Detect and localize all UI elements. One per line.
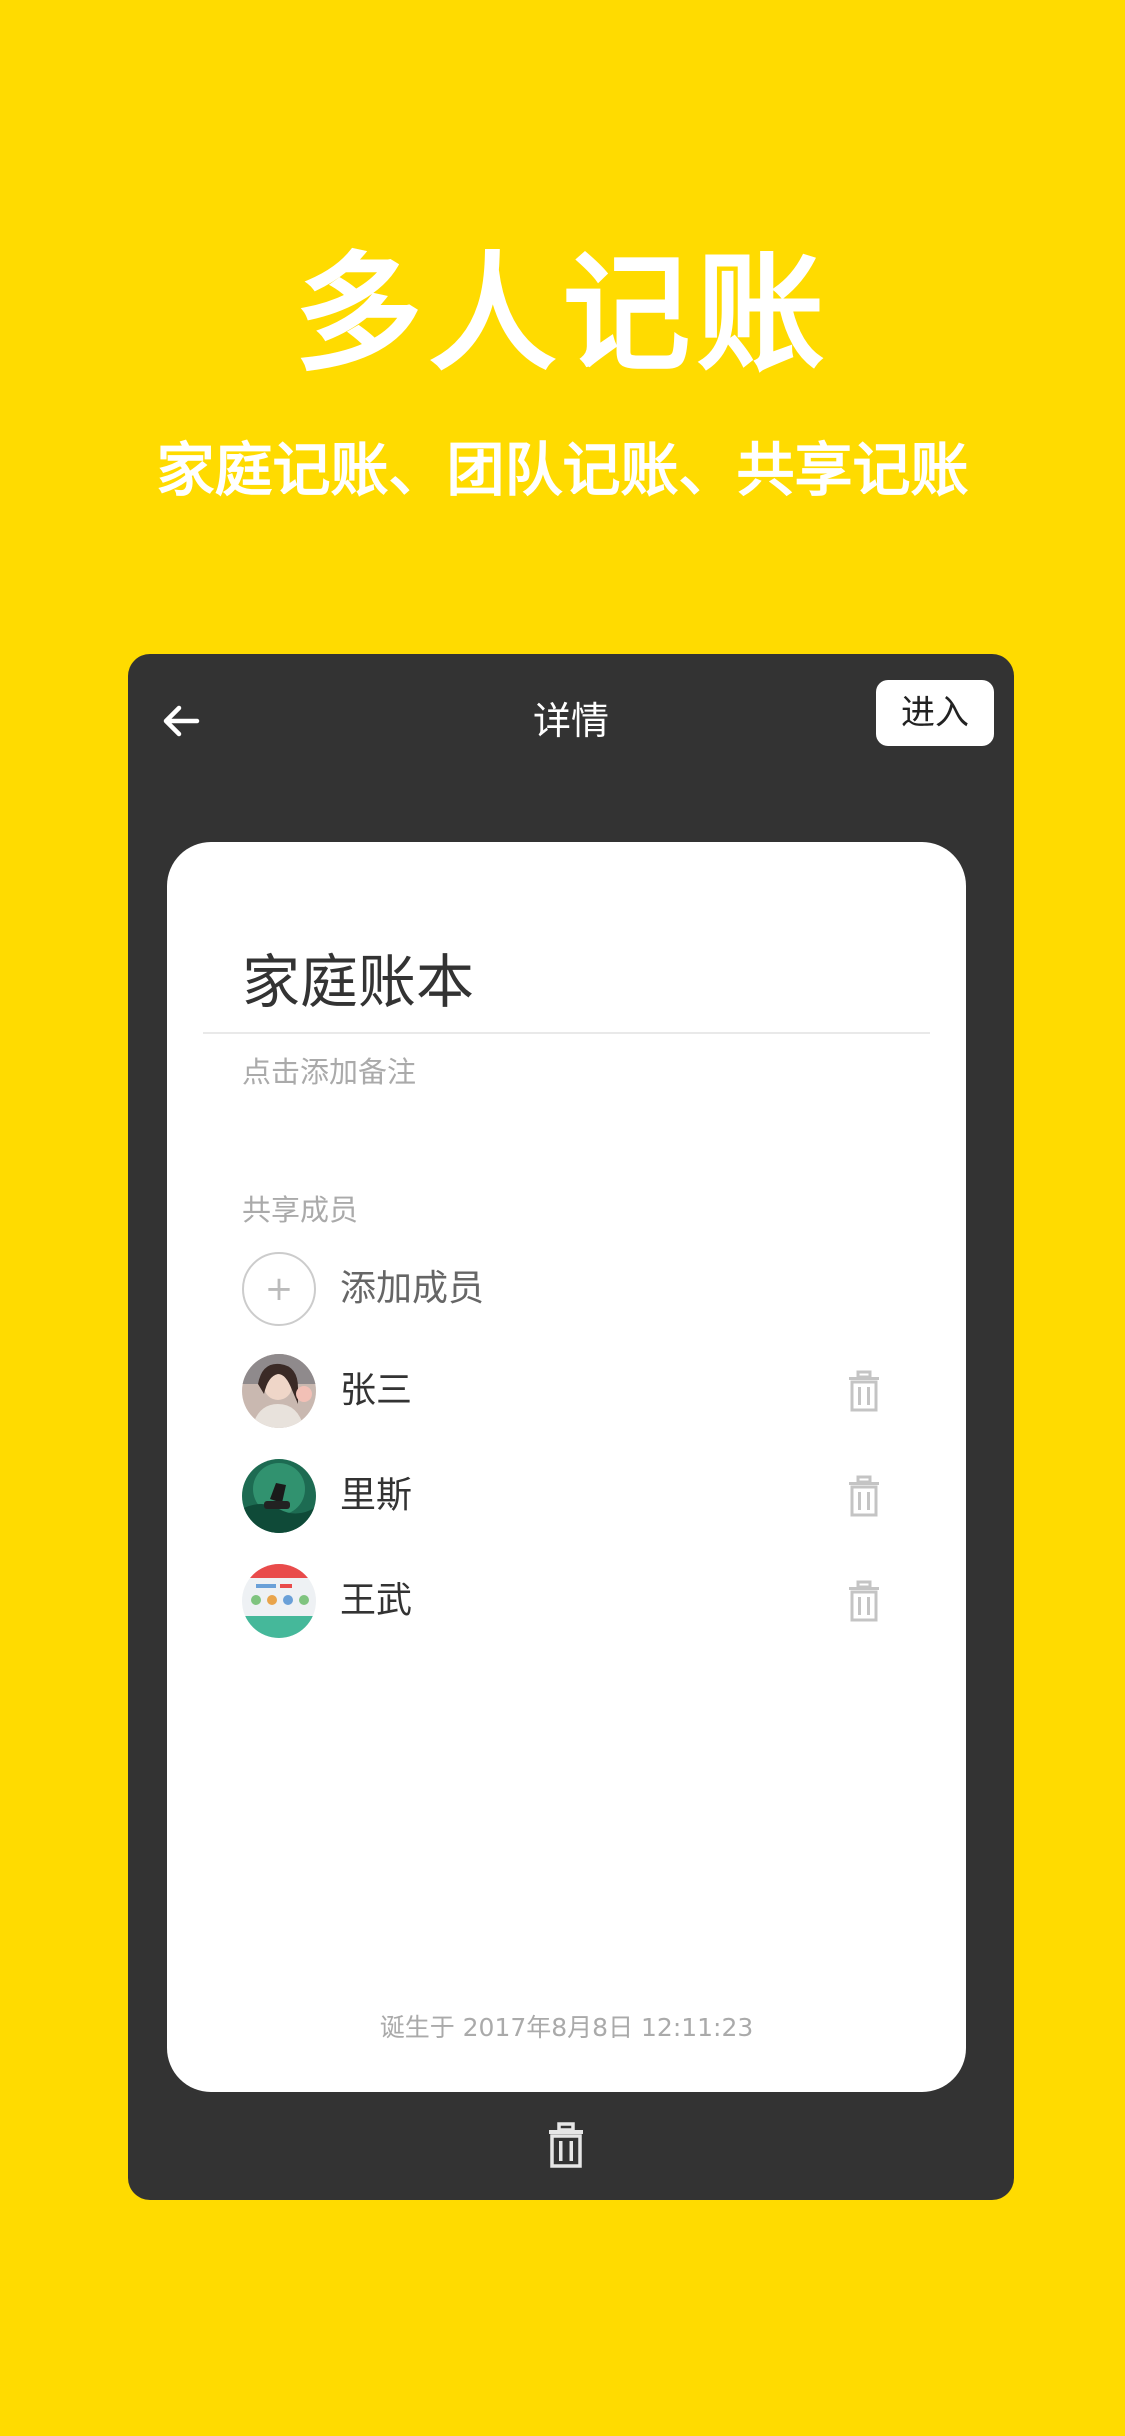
note-input[interactable]: 点击添加备注 bbox=[242, 1050, 416, 1094]
trash-icon[interactable] bbox=[842, 1579, 886, 1623]
trash-icon[interactable] bbox=[842, 1474, 886, 1518]
avatar bbox=[242, 1354, 316, 1428]
delete-book-trash-icon[interactable] bbox=[543, 2122, 589, 2168]
promo-headline: 多人记账 bbox=[294, 240, 831, 389]
enter-button[interactable]: 进入 bbox=[876, 680, 994, 746]
plus-icon: + bbox=[242, 1252, 316, 1326]
member-row[interactable]: 里斯 bbox=[242, 1459, 902, 1533]
book-title[interactable]: 家庭账本 bbox=[242, 942, 474, 1022]
member-row[interactable]: 张三 bbox=[242, 1354, 902, 1428]
member-row[interactable]: 王武 bbox=[242, 1564, 902, 1638]
title-divider bbox=[203, 1032, 930, 1034]
members-section-label: 共享成员 bbox=[242, 1193, 359, 1227]
created-timestamp: 诞生于 2017年8月8日 12:11:23 bbox=[379, 2013, 754, 2042]
member-name: 王武 bbox=[340, 1580, 413, 1621]
promo-subline: 家庭记账、团队记账、共享记账 bbox=[156, 436, 969, 504]
phone-screen: 详情 进入 家庭账本 点击添加备注 共享成员 + 添加成员 张三 里斯 王武 诞… bbox=[128, 654, 1014, 2200]
avatar bbox=[242, 1564, 316, 1638]
add-member-button[interactable]: + 添加成员 bbox=[242, 1252, 902, 1326]
member-name: 张三 bbox=[340, 1370, 413, 1411]
book-detail-card: 家庭账本 点击添加备注 共享成员 + 添加成员 张三 里斯 王武 诞生于 201… bbox=[167, 842, 966, 2092]
trash-icon[interactable] bbox=[842, 1369, 886, 1413]
member-name: 里斯 bbox=[340, 1475, 413, 1516]
avatar bbox=[242, 1459, 316, 1533]
add-member-label: 添加成员 bbox=[340, 1268, 485, 1309]
